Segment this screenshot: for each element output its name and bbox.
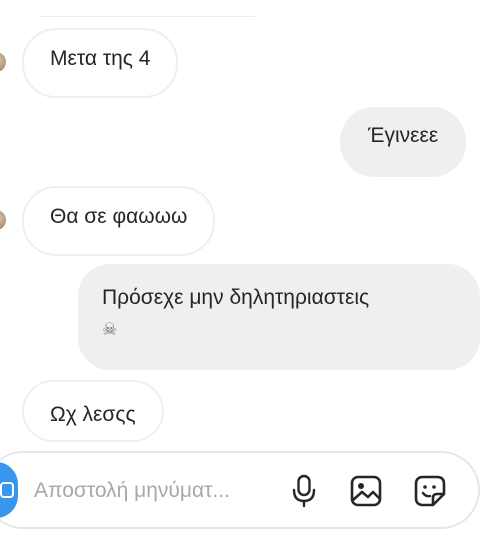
divider [40,16,255,17]
skull-crossbones-emoji: ☠ [102,320,118,339]
incoming-message[interactable]: Ωχ λεσςς [22,380,164,442]
sticker-icon [414,475,446,507]
sticker-button[interactable] [410,471,450,511]
camera-icon [0,482,14,498]
message-text: Έγινεεε [368,124,439,147]
sender-avatar[interactable] [0,52,6,72]
gallery-button[interactable] [346,471,386,511]
sender-avatar[interactable] [0,210,6,230]
outgoing-message[interactable]: Έγινεεε [340,107,467,177]
message-text: Πρόσεχε μην δηλητηριαστεις [102,286,370,309]
incoming-message[interactable]: Θα σε φαωωω [22,186,216,256]
message-input[interactable]: Αποστολή μηνύματ... [34,476,274,506]
incoming-message[interactable]: Μετα της 4 [22,28,179,98]
message-text: Μετα της 4 [50,47,151,70]
microphone-icon [292,474,316,508]
gallery-icon [350,475,382,507]
message-text: Ωχ λεσςς [50,403,136,426]
outgoing-message[interactable]: Πρόσεχε μην δηλητηριαστεις ☠ [78,264,480,370]
microphone-button[interactable] [284,471,324,511]
message-text: Θα σε φαωωω [50,205,188,228]
